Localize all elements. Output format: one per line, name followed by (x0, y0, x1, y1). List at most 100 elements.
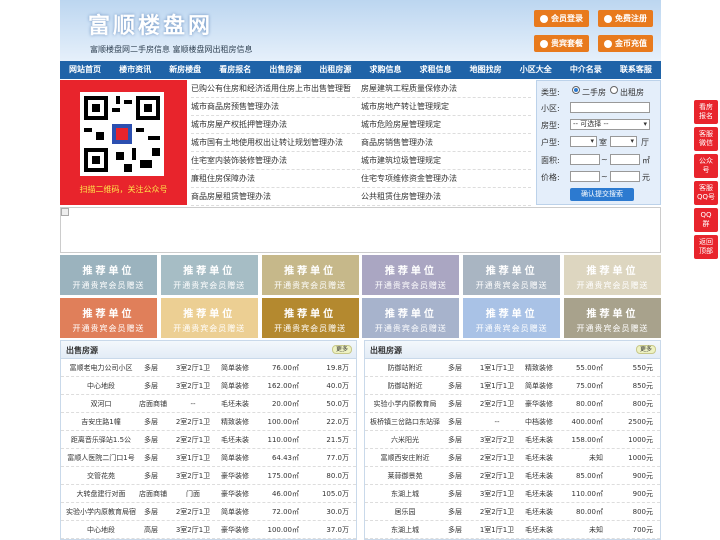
area-min-input[interactable] (570, 154, 600, 165)
table-row[interactable]: 双河口 店面商铺 -- 毛坯未装 20.00㎡ 50.0万 (61, 395, 356, 413)
nav-item-7[interactable]: 求租信息 (411, 61, 461, 79)
side-button-0[interactable]: 看房 报名 (694, 100, 718, 124)
side-button-4[interactable]: QQ 群 (694, 208, 718, 232)
table-cell[interactable]: 距离音乐驿站1.5公 (61, 431, 141, 449)
login-button[interactable]: 会员登录 (534, 10, 589, 27)
table-cell[interactable]: 富顺西安庄附近 (365, 449, 445, 467)
policy-link[interactable]: 房屋建筑工程质量保修办法 (361, 80, 531, 97)
promo-cell[interactable]: 推荐单位 开通贵宾会员赠送 (60, 298, 157, 338)
radio-rent[interactable] (610, 86, 618, 94)
table-cell[interactable]: 东湖上城 (365, 485, 445, 503)
policy-link[interactable]: 住宅专项维修资金管理办法 (361, 170, 531, 187)
side-button-2[interactable]: 公众 号 (694, 154, 718, 178)
table-row[interactable]: 实验小学内原教育局 多层 2室2厅1卫 豪华装修 80.00㎡ 800元 (365, 395, 660, 413)
policy-link[interactable]: 商品房屋租赁管理办法 (191, 188, 361, 205)
sale-more-button[interactable]: 更多 (332, 345, 352, 354)
table-cell[interactable]: 六米阳光 (365, 431, 445, 449)
radio-ershou[interactable] (572, 86, 580, 94)
banner[interactable] (60, 207, 661, 253)
nav-item-9[interactable]: 小区大全 (511, 61, 561, 79)
table-row[interactable]: 距离音乐驿站1.5公 多层 2室2厅1卫 毛坯未装 110.00㎡ 21.5万 (61, 431, 356, 449)
table-row[interactable]: 中心地段 高层 3室2厅1卫 豪华装修 100.00㎡ 37.0万 (61, 521, 356, 539)
policy-link[interactable]: 城市房屋产权抵押管理办法 (191, 116, 361, 133)
table-cell[interactable]: 居乐园 (365, 503, 445, 521)
table-row[interactable]: 中心地段 多层 3室2厅1卫 简单装修 162.00㎡ 40.0万 (61, 377, 356, 395)
table-cell[interactable]: 板桥镇三岔路口东站驿 (365, 413, 445, 431)
table-row[interactable]: 居乐园 多层 2室2厅1卫 毛坯未装 80.00㎡ 800元 (365, 503, 660, 521)
table-cell[interactable]: 大转盘建行对面 (61, 485, 141, 503)
table-cell[interactable]: 交管花苑 (61, 467, 141, 485)
side-button-3[interactable]: 客服 QQ号 (694, 181, 718, 205)
promo-cell[interactable]: 推荐单位 开通贵宾会员赠送 (261, 255, 359, 295)
table-row[interactable]: 实验小学内原教育局宿 多层 2室2厅1卫 简单装修 72.00㎡ 30.0万 (61, 503, 356, 521)
nav-item-5[interactable]: 出租房源 (310, 61, 360, 79)
table-row[interactable]: 富顺老电力公司小区 多层 3室2厅1卫 简单装修 76.00㎡ 19.8万 (61, 359, 356, 377)
vip-package-button[interactable]: 贵宾套餐 (534, 35, 589, 52)
promo-cell[interactable]: 推荐单位 开通贵宾会员赠送 (60, 255, 157, 295)
promo-cell[interactable]: 推荐单位 开通贵宾会员赠送 (261, 298, 359, 338)
promo-cell[interactable]: 推荐单位 开通贵宾会员赠送 (463, 298, 561, 338)
hall-select[interactable]: ▾ (610, 136, 637, 147)
policy-link[interactable]: 城市危险房屋管理规定 (361, 116, 531, 133)
promo-cell[interactable]: 推荐单位 开通贵宾会员赠送 (362, 255, 460, 295)
nav-item-4[interactable]: 出售房源 (260, 61, 310, 79)
search-submit-button[interactable]: 确认提交搜索 (570, 188, 634, 201)
promo-cell[interactable]: 推荐单位 开通贵宾会员赠送 (160, 255, 258, 295)
xiaoqu-input[interactable] (570, 102, 650, 113)
table-row[interactable]: 东湖上城 多层 3室2厅1卫 毛坯未装 110.00㎡ 900元 (365, 485, 660, 503)
table-row[interactable]: 交管花苑 多层 3室2厅1卫 豪华装修 175.00㎡ 80.0万 (61, 467, 356, 485)
table-row[interactable]: 莱蒜御景苑 多层 2室2厅1卫 毛坯未装 85.00㎡ 900元 (365, 467, 660, 485)
policy-link[interactable]: 公共租赁住房管理办法 (361, 188, 531, 205)
nav-item-8[interactable]: 地图找房 (461, 61, 511, 79)
table-cell[interactable]: 中心地段 (61, 521, 141, 539)
policy-link[interactable]: 商品房销售管理办法 (361, 134, 531, 151)
fangxing-select[interactable]: -- 可选择 -- ▾ (570, 119, 650, 130)
promo-cell[interactable]: 推荐单位 开通贵宾会员赠送 (564, 255, 661, 295)
table-cell[interactable]: 防御站附近 (365, 359, 445, 377)
promo-cell[interactable]: 推荐单位 开通贵宾会员赠送 (463, 255, 561, 295)
room-select[interactable]: ▾ (570, 136, 597, 147)
policy-link[interactable]: 城市国有土地使用权出让转让规划管理办法 (191, 134, 361, 151)
nav-item-2[interactable]: 新房楼盘 (160, 61, 210, 79)
nav-item-0[interactable]: 网站首页 (60, 61, 110, 79)
table-cell[interactable]: 实验小学内原教育局 (365, 395, 445, 413)
promo-cell[interactable]: 推荐单位 开通贵宾会员赠送 (362, 298, 460, 338)
nav-item-11[interactable]: 联系客服 (611, 61, 661, 79)
nav-item-1[interactable]: 楼市资讯 (110, 61, 160, 79)
register-button[interactable]: 免费注册 (598, 10, 653, 27)
policy-link[interactable]: 廉租住房保障办法 (191, 170, 361, 187)
nav-item-3[interactable]: 看房报名 (210, 61, 260, 79)
table-cell[interactable]: 中心地段 (61, 377, 141, 395)
policy-link[interactable]: 城市房地产转让管理规定 (361, 98, 531, 115)
table-row[interactable]: 板桥镇三岔路口东站驿 多层 -- 中档装修 400.00㎡ 2500元 (365, 413, 660, 431)
table-row[interactable]: 六米阳光 多层 3室2厅2卫 毛坯未装 158.00㎡ 1000元 (365, 431, 660, 449)
policy-link[interactable]: 城市商品房预售管理办法 (191, 98, 361, 115)
policy-link[interactable]: 住宅室内装饰装修管理办法 (191, 152, 361, 169)
nav-item-10[interactable]: 中介名录 (561, 61, 611, 79)
table-row[interactable]: 富顺西安庄附近 多层 2室2厅1卫 毛坯未装 未知 1000元 (365, 449, 660, 467)
table-cell[interactable]: 防御站附近 (365, 377, 445, 395)
table-cell[interactable]: 东湖上城 (365, 521, 445, 539)
table-cell[interactable]: 富顺老电力公司小区 (61, 359, 141, 377)
table-row[interactable]: 富顺人医院二门口1号 多层 3室1厅1卫 简单装修 64.43㎡ 77.0万 (61, 449, 356, 467)
nav-item-6[interactable]: 求购信息 (360, 61, 410, 79)
table-cell[interactable]: 实验小学内原教育局宿 (61, 503, 141, 521)
table-cell[interactable]: 莱蒜御景苑 (365, 467, 445, 485)
table-cell[interactable]: 双河口 (61, 395, 141, 413)
table-row[interactable]: 吉安庄路1幢 多层 2室2厅1卫 精致装修 100.00㎡ 22.0万 (61, 413, 356, 431)
policy-link[interactable]: 已购公有住房和经济适用住房上市出售管理暂 (191, 80, 361, 97)
table-row[interactable]: 防御站附近 多层 1室1厅1卫 简单装修 75.00㎡ 850元 (365, 377, 660, 395)
price-max-input[interactable] (610, 171, 640, 182)
area-max-input[interactable] (610, 154, 640, 165)
policy-link[interactable]: 城市建筑垃圾管理规定 (361, 152, 531, 169)
table-row[interactable]: 东湖上城 多层 1室1厅1卫 毛坯未装 未知 700元 (365, 521, 660, 539)
table-cell[interactable]: 吉安庄路1幢 (61, 413, 141, 431)
side-button-1[interactable]: 客服 微信 (694, 127, 718, 151)
rent-more-button[interactable]: 更多 (636, 345, 656, 354)
promo-cell[interactable]: 推荐单位 开通贵宾会员赠送 (160, 298, 258, 338)
price-min-input[interactable] (570, 171, 600, 182)
table-cell[interactable]: 富顺人医院二门口1号 (61, 449, 141, 467)
table-row[interactable]: 大转盘建行对面 店面商铺 门面 豪华装修 46.00㎡ 105.0万 (61, 485, 356, 503)
recharge-button[interactable]: 金币充值 (598, 35, 653, 52)
site-title[interactable]: 富顺楼盘网 (88, 8, 213, 40)
